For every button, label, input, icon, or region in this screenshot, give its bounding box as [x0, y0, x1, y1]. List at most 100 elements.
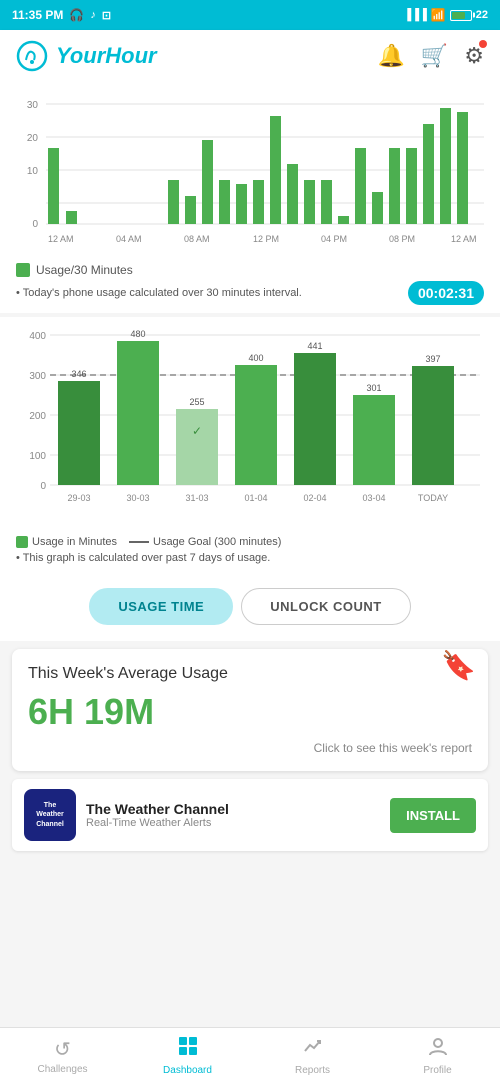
- time-label: 11:35 PM: [12, 8, 63, 22]
- legend-usage-box: [16, 536, 28, 548]
- ad-title: The Weather Channel: [86, 801, 380, 817]
- top-nav: YourHour 🔔 🛒 ⚙: [0, 30, 500, 82]
- logo-part1: Your: [56, 43, 105, 68]
- hourly-bar-chart: 30 20 10 0: [16, 94, 484, 254]
- headphone-icon: 🎧: [69, 8, 84, 22]
- svg-text:200: 200: [29, 411, 46, 422]
- ad-logo-text: TheWeatherChannel: [36, 801, 64, 828]
- svg-text:03-04: 03-04: [362, 493, 385, 503]
- card-value: 6H 19M: [28, 691, 472, 733]
- svg-text:02-04: 02-04: [303, 493, 326, 503]
- svg-text:TODAY: TODAY: [418, 493, 448, 503]
- reports-label: Reports: [295, 1065, 330, 1076]
- svg-text:346: 346: [71, 369, 86, 379]
- svg-text:12 AM: 12 AM: [451, 234, 477, 244]
- weekly-card[interactable]: 🔖 This Week's Average Usage 6H 19M Click…: [12, 649, 488, 771]
- logo-part2: Hour: [105, 43, 156, 68]
- status-left: 11:35 PM 🎧 ♪ ⊡: [12, 8, 111, 22]
- legend-box: [16, 263, 30, 277]
- nav-item-profile[interactable]: Profile: [375, 1028, 500, 1083]
- nav-item-reports[interactable]: Reports: [250, 1028, 375, 1083]
- svg-text:01-04: 01-04: [244, 493, 267, 503]
- svg-text:20: 20: [27, 133, 39, 144]
- status-bar: 11:35 PM 🎧 ♪ ⊡ ▐▐▐ 📶 22: [0, 0, 500, 30]
- svg-text:100: 100: [29, 451, 46, 462]
- legend-goal-label: Usage Goal (300 minutes): [153, 536, 281, 548]
- nav-icons: 🔔 🛒 ⚙: [377, 43, 484, 69]
- bottom-nav: ↺ Challenges Dashboard Reports: [0, 1027, 500, 1083]
- weekly-note: • This graph is calculated over past 7 d…: [16, 552, 484, 564]
- svg-text:✓: ✓: [192, 424, 202, 438]
- card-link: Click to see this week's report: [28, 741, 472, 755]
- usage-time-button[interactable]: USAGE TIME: [89, 588, 233, 625]
- reports-icon: [302, 1035, 324, 1063]
- svg-text:480: 480: [130, 329, 145, 339]
- install-button[interactable]: INSTALL: [390, 798, 476, 833]
- svg-text:31-03: 31-03: [185, 493, 208, 503]
- svg-text:08 AM: 08 AM: [184, 234, 210, 244]
- ad-banner: TheWeatherChannel The Weather Channel Re…: [12, 779, 488, 851]
- wifi-icon: 📶: [431, 8, 446, 22]
- app-logo-icon: [16, 40, 48, 72]
- svg-text:30: 30: [27, 100, 39, 111]
- svg-text:29-03: 29-03: [67, 493, 90, 503]
- svg-text:10: 10: [27, 166, 39, 177]
- legend-usage-label: Usage in Minutes: [32, 536, 117, 548]
- svg-text:12 PM: 12 PM: [253, 234, 279, 244]
- weekly-bar-chart: 400 300 200 100 0 346 480 255 ✓ 400 441 …: [16, 325, 484, 525]
- weekly-note-text: • This graph is calculated over past 7 d…: [16, 552, 270, 564]
- svg-text:300: 300: [29, 371, 46, 382]
- svg-text:441: 441: [307, 341, 322, 351]
- settings-badge: [479, 40, 487, 48]
- hourly-note: • Today's phone usage calculated over 30…: [16, 281, 484, 305]
- logo-area: YourHour: [16, 40, 157, 72]
- hourly-chart-container: 30 20 10 0: [16, 94, 484, 259]
- svg-text:04 PM: 04 PM: [321, 234, 347, 244]
- svg-text:0: 0: [32, 219, 38, 230]
- svg-text:397: 397: [425, 354, 440, 364]
- settings-icon[interactable]: ⚙: [464, 43, 484, 69]
- cast-icon: ⊡: [102, 9, 111, 22]
- weekly-legend: Usage in Minutes Usage Goal (300 minutes…: [16, 536, 484, 548]
- svg-text:400: 400: [29, 331, 46, 342]
- hourly-legend: Usage/30 Minutes: [16, 263, 484, 277]
- svg-text:08 PM: 08 PM: [389, 234, 415, 244]
- svg-text:04 AM: 04 AM: [116, 234, 142, 244]
- notification-icon[interactable]: 🔔: [377, 43, 404, 69]
- card-title: This Week's Average Usage: [28, 665, 472, 683]
- unlock-count-button[interactable]: UNLOCK COUNT: [241, 588, 410, 625]
- hourly-chart-section: 30 20 10 0: [0, 82, 500, 313]
- hourly-legend-label: Usage/30 Minutes: [36, 263, 133, 277]
- legend-item-goal: Usage Goal (300 minutes): [129, 536, 281, 548]
- svg-text:400: 400: [248, 353, 263, 363]
- ad-logo: TheWeatherChannel: [24, 789, 76, 841]
- cart-icon[interactable]: 🛒: [421, 43, 448, 69]
- signal-icon: ▐▐▐: [403, 9, 426, 21]
- svg-text:0: 0: [40, 481, 46, 492]
- profile-icon: [427, 1035, 449, 1063]
- weekly-chart-section: 400 300 200 100 0 346 480 255 ✓ 400 441 …: [0, 317, 500, 572]
- nav-item-challenges[interactable]: ↺ Challenges: [0, 1028, 125, 1083]
- legend-goal-line: [129, 541, 149, 543]
- battery-icon: [450, 10, 472, 21]
- battery-fill: [452, 12, 466, 19]
- toggle-section: USAGE TIME UNLOCK COUNT: [0, 572, 500, 641]
- svg-text:301: 301: [366, 383, 381, 393]
- profile-label: Profile: [423, 1065, 451, 1076]
- status-right: ▐▐▐ 📶 22: [403, 8, 488, 22]
- challenges-label: Challenges: [37, 1064, 87, 1075]
- svg-text:30-03: 30-03: [126, 493, 149, 503]
- dashboard-label: Dashboard: [163, 1065, 212, 1076]
- logo-text: YourHour: [56, 43, 157, 69]
- dashboard-icon: [177, 1035, 199, 1063]
- time-badge: 00:02:31: [408, 281, 484, 305]
- svg-text:255: 255: [189, 397, 204, 407]
- spotify-icon: ♪: [90, 9, 96, 21]
- nav-item-dashboard[interactable]: Dashboard: [125, 1028, 250, 1083]
- battery-label: 22: [476, 9, 488, 21]
- hourly-note-text: • Today's phone usage calculated over 30…: [16, 287, 302, 299]
- ad-content: The Weather Channel Real-Time Weather Al…: [86, 801, 380, 829]
- legend-item-usage: Usage in Minutes: [16, 536, 117, 548]
- bookmark-icon: 🔖: [441, 649, 476, 682]
- ad-subtitle: Real-Time Weather Alerts: [86, 817, 380, 829]
